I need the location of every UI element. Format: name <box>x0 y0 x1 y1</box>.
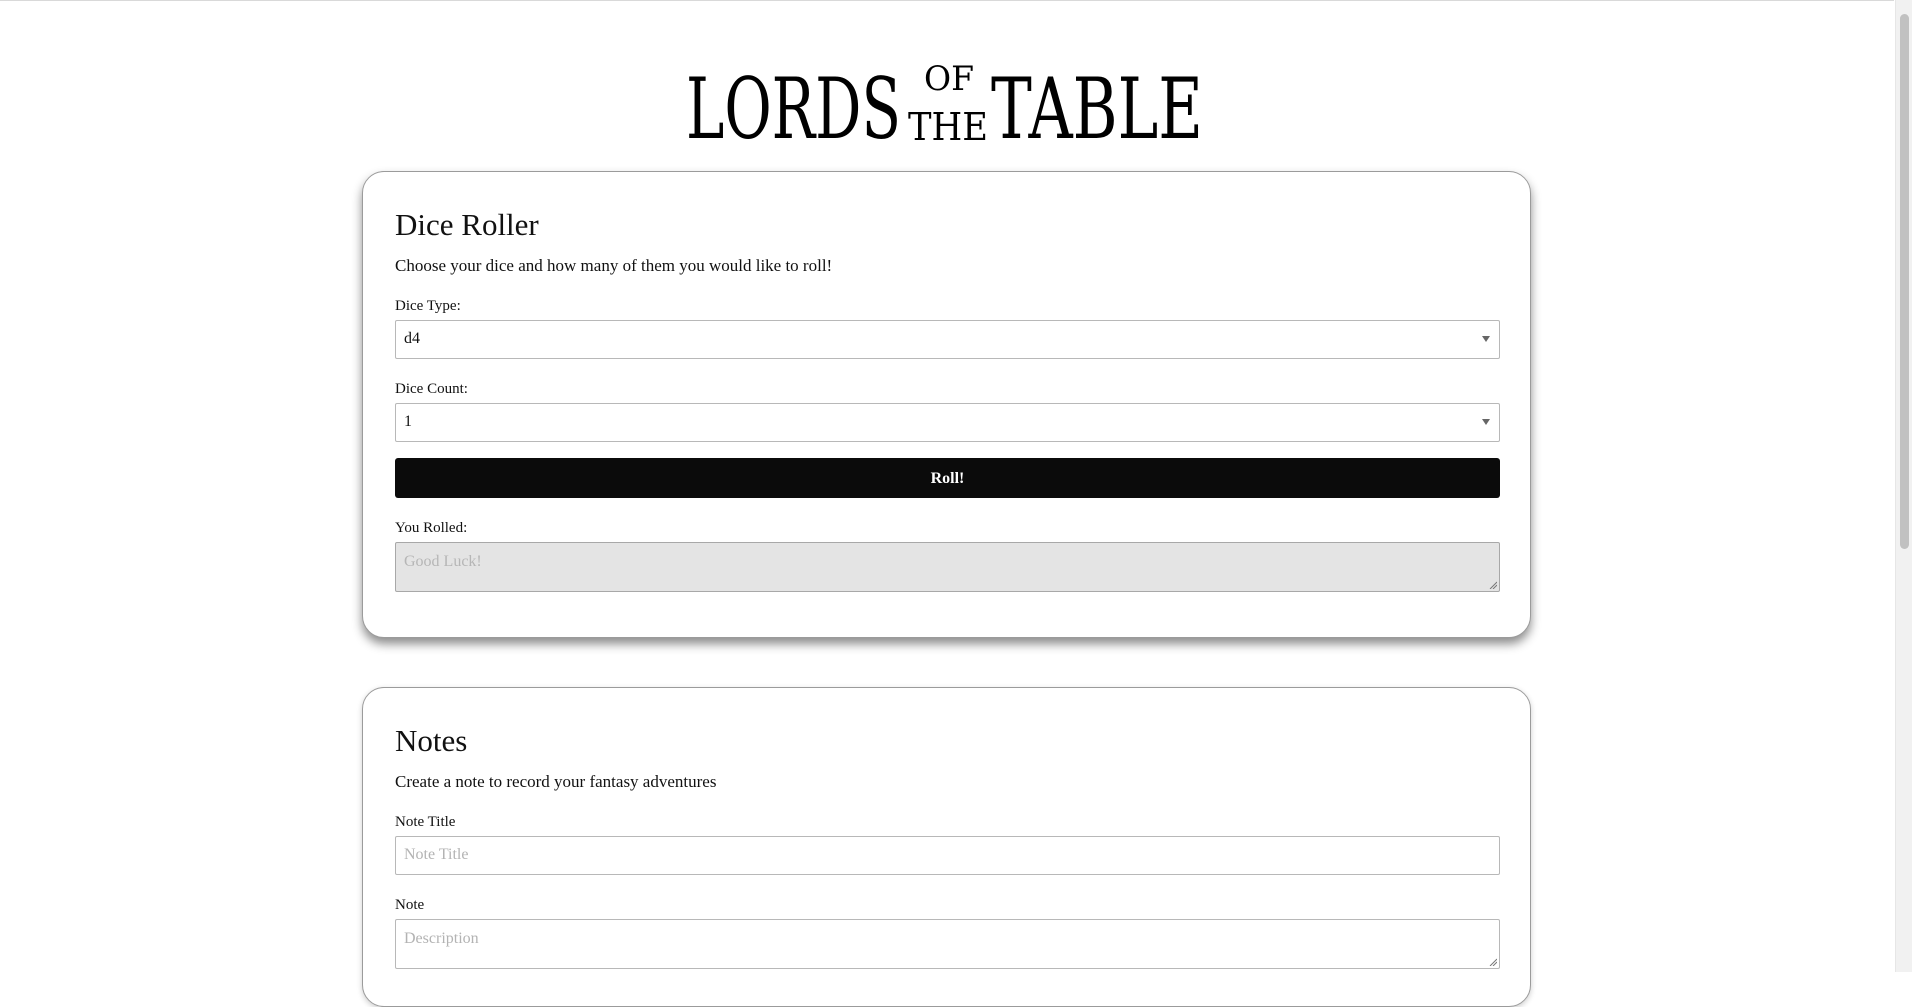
dice-count-label: Dice Count: <box>395 381 468 397</box>
note-placeholder: Description <box>404 930 479 947</box>
dice-roller-title: Dice Roller <box>395 207 539 242</box>
note-title-label: Note Title <box>395 814 456 830</box>
resize-handle-icon[interactable] <box>1489 581 1497 589</box>
dice-count-value: 1 <box>404 413 412 430</box>
notes-description: Create a note to record your fantasy adv… <box>395 772 717 791</box>
note-title-input[interactable]: Note Title <box>395 836 1500 875</box>
result-textarea[interactable]: Good Luck! <box>395 542 1500 592</box>
scrollbar-thumb[interactable] <box>1900 14 1909 549</box>
site-logo: LORDS OF THE TABLE <box>686 59 1203 158</box>
notes-card: Notes Create a note to record your fanta… <box>362 687 1531 1007</box>
dice-type-select[interactable]: d4 <box>395 320 1500 359</box>
roll-button[interactable]: Roll! <box>395 458 1500 498</box>
dice-roller-description: Choose your dice and how many of them yo… <box>395 256 833 275</box>
note-label: Note <box>395 897 425 913</box>
logo-lords: LORDS <box>686 60 901 158</box>
result-label: You Rolled: <box>395 520 468 536</box>
logo-the: THE <box>908 105 988 149</box>
chevron-down-icon <box>1482 336 1490 342</box>
resize-handle-icon[interactable] <box>1489 958 1497 966</box>
page-scrollbar[interactable] <box>1895 0 1912 972</box>
note-textarea[interactable]: Description <box>395 919 1500 969</box>
dice-type-value: d4 <box>404 330 420 347</box>
top-border <box>0 0 1894 1</box>
notes-title: Notes <box>395 723 468 758</box>
dice-roller-card: Dice Roller Choose your dice and how man… <box>362 171 1531 638</box>
logo-table: TABLE <box>991 60 1203 158</box>
result-placeholder: Good Luck! <box>404 553 482 570</box>
dice-count-select[interactable]: 1 <box>395 403 1500 442</box>
chevron-down-icon <box>1482 419 1490 425</box>
note-title-placeholder: Note Title <box>404 846 469 863</box>
logo-of: OF <box>924 59 974 99</box>
dice-type-label: Dice Type: <box>395 298 461 314</box>
